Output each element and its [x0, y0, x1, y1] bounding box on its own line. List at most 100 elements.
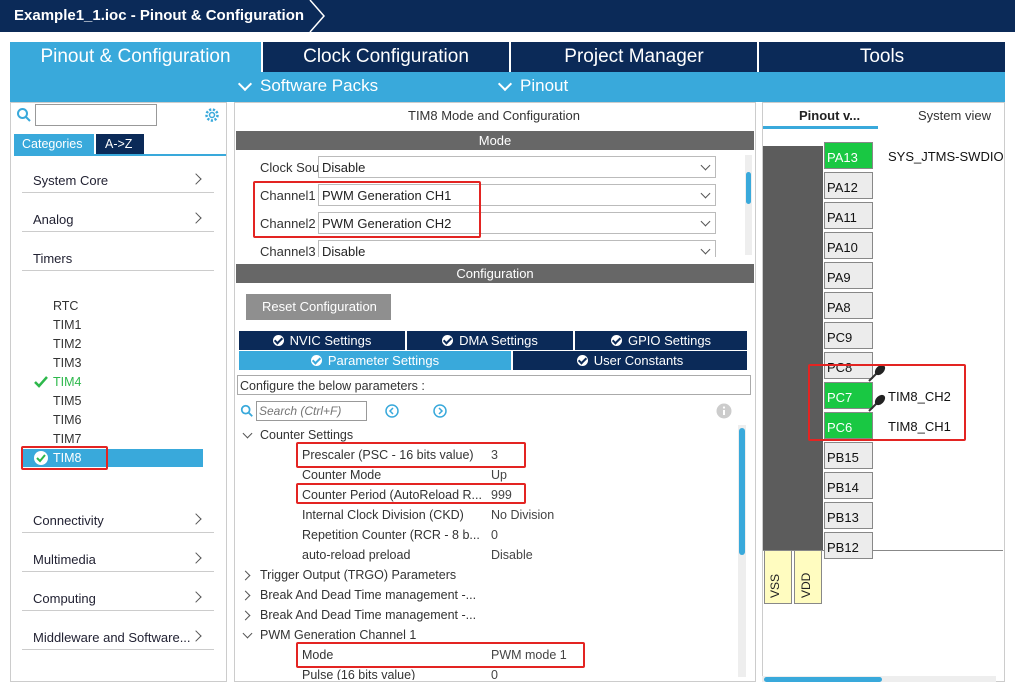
chevron-down-icon [497, 76, 513, 91]
mode-header: Mode [236, 131, 754, 150]
next-icon[interactable] [433, 404, 447, 418]
check-circle-icon [610, 335, 622, 346]
parameter-search-input[interactable] [256, 401, 367, 421]
mode-scrollbar-track[interactable] [745, 155, 752, 255]
window-title: Example1_1.ioc - Pinout & Configuration [14, 7, 305, 24]
pin-pb13[interactable]: PB13 [824, 502, 873, 529]
group-break-dead-time-2[interactable]: Break And Dead Time management -... [260, 608, 476, 622]
param-auto-reload-value[interactable]: Disable [491, 548, 533, 562]
tab-tools[interactable]: Tools [759, 42, 1005, 72]
category-multimedia[interactable]: Multimedia [22, 544, 214, 572]
params-scrollbar-thumb[interactable] [739, 428, 745, 555]
software-packs-menu[interactable]: Software Packs [237, 76, 378, 96]
timer-item-tim1[interactable]: TIM1 [53, 318, 81, 332]
check-circle-icon [442, 335, 454, 346]
highlight-counter-period [296, 483, 526, 504]
breadcrumb-arrow-icon [309, 0, 325, 32]
search-icon [17, 108, 31, 122]
timer-item-tim6[interactable]: TIM6 [53, 413, 81, 427]
pin-pa9[interactable]: PA9 [824, 262, 873, 289]
param-pulse: Pulse (16 bits value) [302, 668, 416, 680]
check-circle-icon [576, 355, 588, 366]
timer-item-tim2[interactable]: TIM2 [53, 337, 81, 351]
category-label: Timers [33, 251, 73, 266]
panel-title: TIM8 Mode and Configuration [408, 108, 580, 123]
check-circle-icon [272, 335, 284, 346]
tab-pinout-view[interactable]: Pinout v... [799, 108, 860, 123]
tab-user-constants[interactable]: User Constants [513, 351, 747, 370]
group-break-dead-time-1[interactable]: Break And Dead Time management -... [260, 588, 476, 602]
reset-configuration-button[interactable]: Reset Configuration [246, 294, 391, 320]
category-connectivity[interactable]: Connectivity [22, 505, 214, 533]
category-timers[interactable]: Timers [22, 243, 214, 271]
chevron-down-icon [700, 160, 711, 171]
tab-system-view[interactable]: System view [918, 108, 991, 123]
category-middleware[interactable]: Middleware and Software... [22, 622, 214, 650]
pin-pa8[interactable]: PA8 [824, 292, 873, 319]
pinout-menu[interactable]: Pinout [497, 76, 568, 96]
check-icon [34, 376, 48, 388]
previous-icon[interactable] [385, 404, 399, 418]
tab-pinout-configuration[interactable]: Pinout & Configuration [10, 42, 261, 72]
group-counter-settings[interactable]: Counter Settings [260, 428, 353, 442]
highlight-prescaler [296, 442, 526, 468]
tab-dma-settings[interactable]: DMA Settings [407, 331, 573, 350]
pin-pb15[interactable]: PB15 [824, 442, 873, 469]
channel3-row-clip: Channel3 Disable [236, 240, 744, 257]
pin-pb12[interactable]: PB12 [824, 532, 873, 559]
chevron-down-icon [700, 216, 711, 227]
timer-item-tim3[interactable]: TIM3 [53, 356, 81, 370]
highlight-channels [253, 181, 481, 238]
tab-label: DMA Settings [459, 333, 538, 348]
param-repetition-counter: Repetition Counter (RCR - 8 b... [302, 528, 480, 542]
timer-item-tim7[interactable]: TIM7 [53, 432, 81, 446]
param-repetition-counter-value[interactable]: 0 [491, 528, 498, 542]
main-tabs: Pinout & Configuration Clock Configurati… [10, 42, 1005, 72]
tab-gpio-settings[interactable]: GPIO Settings [575, 331, 747, 350]
tab-categories[interactable]: Categories [14, 134, 94, 154]
category-label: System Core [33, 173, 109, 188]
category-search-input[interactable] [35, 104, 157, 126]
group-pwm-channel-1[interactable]: PWM Generation Channel 1 [260, 628, 416, 642]
info-icon[interactable] [716, 403, 732, 419]
configuration-header: Configuration [236, 264, 754, 283]
category-analog[interactable]: Analog [22, 204, 214, 232]
pin-pc9[interactable]: PC9 [824, 322, 873, 349]
chevron-right-icon [190, 173, 202, 185]
category-label: Multimedia [33, 552, 96, 567]
param-pulse-value[interactable]: 0 [491, 668, 498, 680]
tab-clock-configuration[interactable]: Clock Configuration [263, 42, 509, 72]
param-counter-mode-value[interactable]: Up [491, 468, 507, 482]
check-circle-icon [310, 355, 322, 366]
pin-vdd-label: VDD [799, 572, 813, 598]
highlight-tim8-pins [808, 364, 966, 441]
tab-label: User Constants [593, 353, 684, 368]
pin-pa12[interactable]: PA12 [824, 172, 873, 199]
pin-vss-label: VSS [768, 573, 782, 598]
tab-parameter-settings[interactable]: Parameter Settings [239, 351, 511, 370]
pin-pa13[interactable]: PA13 [824, 142, 873, 169]
pinout-hscroll-thumb[interactable] [764, 677, 882, 682]
pin-pb14[interactable]: PB14 [824, 472, 873, 499]
pin-pa10[interactable]: PA10 [824, 232, 873, 259]
category-label: Connectivity [33, 513, 104, 528]
tab-label: NVIC Settings [289, 333, 372, 348]
group-trgo[interactable]: Trigger Output (TRGO) Parameters [260, 568, 456, 582]
chevron-right-icon [190, 212, 202, 224]
mode-scrollbar-thumb[interactable] [746, 172, 751, 204]
timer-item-rtc[interactable]: RTC [53, 299, 78, 313]
tab-project-manager[interactable]: Project Manager [511, 42, 757, 72]
pin-pa11[interactable]: PA11 [824, 202, 873, 229]
tab-a-to-z[interactable]: A->Z [96, 134, 144, 154]
channel3-select[interactable]: Disable [318, 240, 716, 257]
param-clock-division-value[interactable]: No Division [491, 508, 554, 522]
timer-item-tim4[interactable]: TIM4 [53, 375, 81, 389]
timer-item-tim5[interactable]: TIM5 [53, 394, 81, 408]
configure-hint: Configure the below parameters : [237, 375, 751, 395]
category-system-core[interactable]: System Core [22, 165, 214, 193]
tab-nvic-settings[interactable]: NVIC Settings [239, 331, 405, 350]
gear-icon[interactable] [203, 106, 221, 124]
channel3-label: Channel3 [260, 244, 316, 257]
clock-source-select[interactable]: Disable [318, 156, 716, 178]
category-computing[interactable]: Computing [22, 583, 214, 611]
